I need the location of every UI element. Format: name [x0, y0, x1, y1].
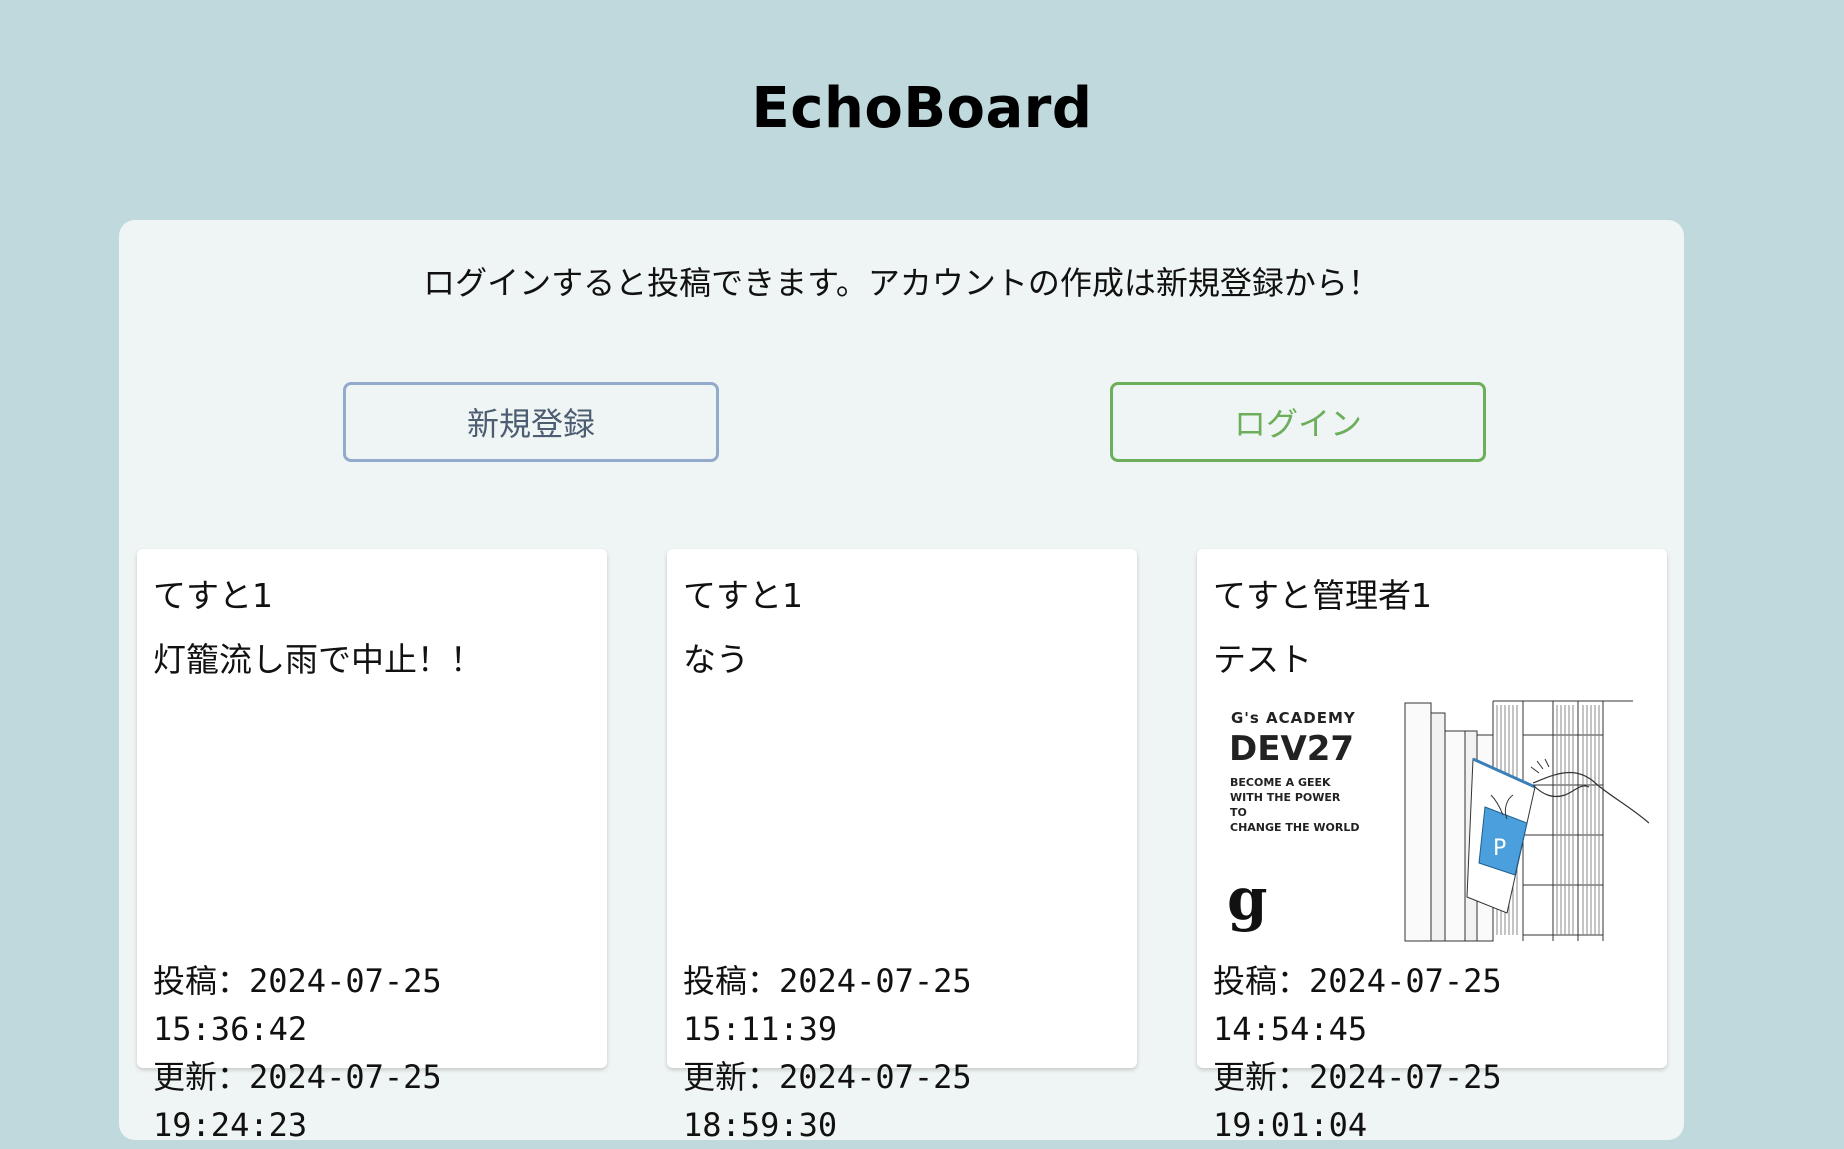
bookshelf-illustration: P	[1404, 700, 1649, 942]
login-button[interactable]: ログイン	[1110, 382, 1486, 462]
svg-text:P: P	[1493, 836, 1506, 861]
post-author: てすと管理者1	[1213, 576, 1432, 615]
post-author: てすと1	[683, 576, 803, 615]
post-dates: 投稿：2024-07-25 14:54:45 更新：2024-07-25 19:…	[1213, 957, 1667, 1149]
main-panel: ログインすると投稿できます。アカウントの作成は新規登録から！ 新規登録 ログイン…	[119, 220, 1684, 1144]
image-tagline-line: CHANGE THE WORLD	[1230, 821, 1360, 834]
image-tagline-line: BECOME A GEEK	[1230, 776, 1331, 789]
image-brand-text: G's ACADEMY	[1231, 709, 1356, 727]
post-author: てすと1	[153, 576, 273, 615]
post-updated-time: 更新：2024-07-25 19:24:23	[153, 1058, 442, 1144]
image-logo: g	[1227, 865, 1268, 933]
post-dates: 投稿：2024-07-25 15:36:42 更新：2024-07-25 19:…	[153, 957, 607, 1149]
register-button[interactable]: 新規登録	[343, 382, 719, 462]
app-title: EchoBoard	[751, 76, 1093, 141]
post-created-time: 投稿：2024-07-25 14:54:45	[1213, 962, 1502, 1048]
post-card: てすと1 灯籠流し雨で中止！！ 投稿：2024-07-25 15:36:42 更…	[137, 549, 607, 1144]
post-dates: 投稿：2024-07-25 15:11:39 更新：2024-07-25 18:…	[683, 957, 1137, 1149]
post-card: てすと管理者1 テスト G's ACADEMY DEV27 BECOME A G…	[1197, 549, 1667, 1144]
image-tagline-line: WITH THE POWER TO	[1230, 791, 1341, 819]
post-body: なう	[683, 640, 749, 679]
post-card: てすと1 なう 投稿：2024-07-25 15:11:39 更新：2024-0…	[667, 549, 1137, 1144]
post-created-time: 投稿：2024-07-25 15:11:39	[683, 962, 972, 1048]
post-updated-time: 更新：2024-07-25 19:01:04	[1213, 1058, 1502, 1144]
image-tagline: BECOME A GEEK WITH THE POWER TO CHANGE T…	[1230, 775, 1360, 835]
post-updated-time: 更新：2024-07-25 18:59:30	[683, 1058, 972, 1144]
post-body: 灯籠流し雨で中止！！	[153, 640, 483, 679]
post-body: テスト	[1213, 640, 1312, 679]
post-created-time: 投稿：2024-07-25 15:36:42	[153, 962, 442, 1048]
post-image: G's ACADEMY DEV27 BECOME A GEEK WITH THE…	[1213, 695, 1649, 943]
image-title-text: DEV27	[1229, 729, 1355, 769]
login-notice: ログインすると投稿できます。アカウントの作成は新規登録から！	[423, 264, 1380, 302]
